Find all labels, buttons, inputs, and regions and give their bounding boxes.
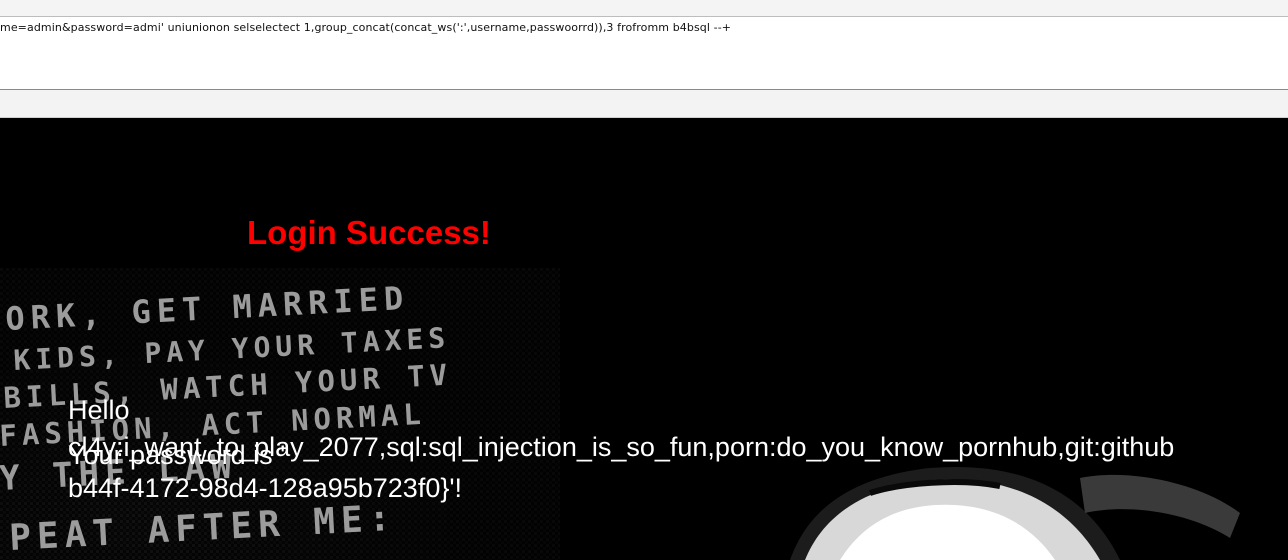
address-bar[interactable]: me=admin&password=admi' uniunionon selse… <box>0 17 1288 90</box>
password-value-line-2: b44f-4172-98d4-128a95b723f0}'! <box>68 473 463 503</box>
password-value-line-1: cl4y:i_want_to_play_2077,sql:sql_injecti… <box>68 432 1175 462</box>
url-text[interactable]: me=admin&password=admi' uniunionon selse… <box>0 21 731 34</box>
browser-toolbar <box>0 90 1288 118</box>
browser-top-strip <box>0 0 1288 17</box>
mask-figure <box>790 466 1240 560</box>
page-content: ORK, GET MARRIED KIDS, PAY YOUR TAXES BI… <box>0 118 1288 560</box>
hello-text: Hello <box>68 395 130 425</box>
login-success-heading: Login Success! <box>247 214 491 251</box>
